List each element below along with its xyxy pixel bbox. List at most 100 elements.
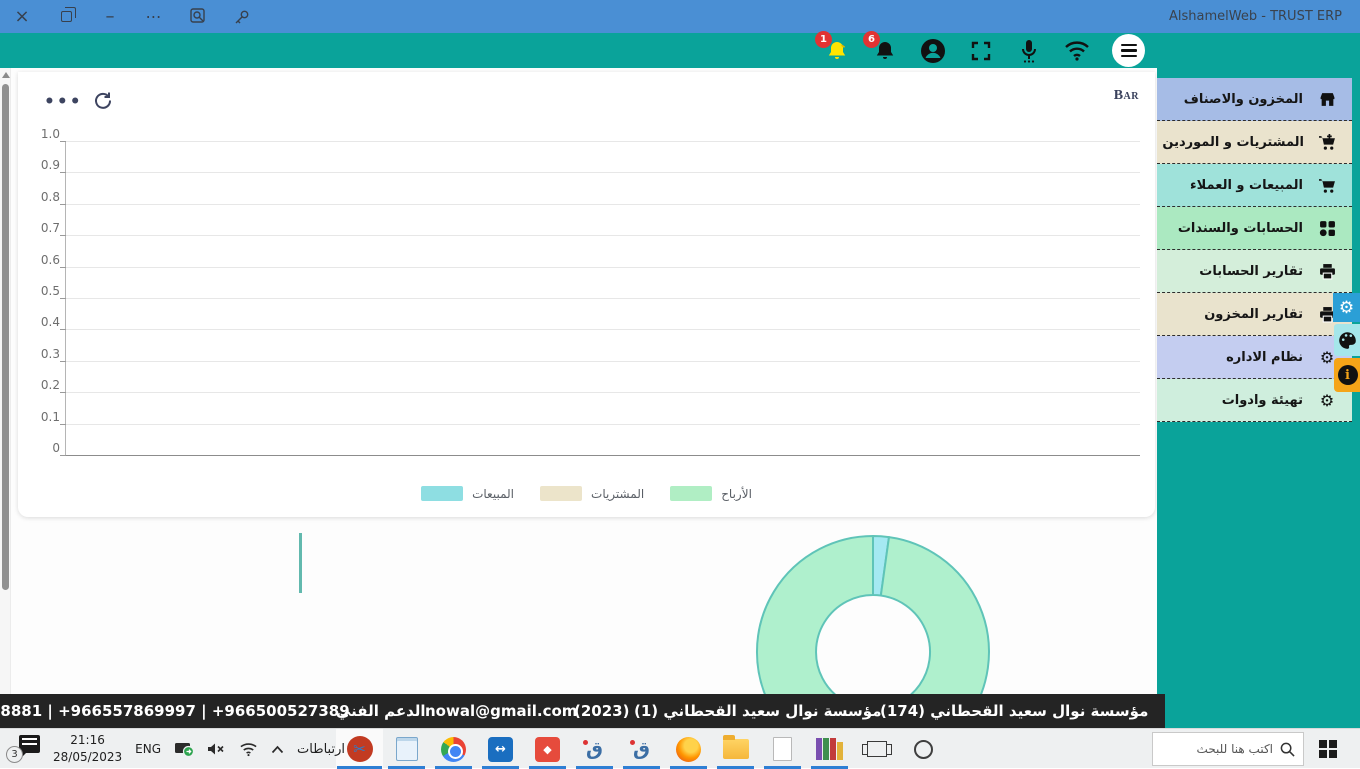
notifications-badge: 6 <box>863 31 880 48</box>
user-avatar-icon[interactable] <box>920 38 946 64</box>
company-174-label: مؤسسة نوال سعيد القحطاني (174) <box>880 694 1148 728</box>
legend-item-sales[interactable]: المبيعات <box>421 486 514 501</box>
taskbar-apps: ✂ ↔ ◆ ق ق <box>336 729 947 769</box>
language-indicator[interactable]: ENG <box>135 742 161 756</box>
sidebar-item-accounts-vouchers[interactable]: الحسابات والسندات <box>1157 207 1352 250</box>
theme-palette-button[interactable] <box>1334 324 1360 356</box>
document-icon <box>773 737 792 761</box>
sidebar-item-account-reports[interactable]: تقارير الحسابات <box>1157 250 1352 293</box>
start-button[interactable] <box>1308 729 1348 769</box>
taskbar-app-notepad[interactable] <box>383 729 430 769</box>
sidebar-item-setup-tools[interactable]: تهيئة وادوات ⚙ <box>1157 379 1352 422</box>
y-tick-label: 0.2 <box>20 378 60 392</box>
vertical-scrollbar[interactable] <box>0 68 11 694</box>
gridline <box>66 141 1140 142</box>
y-tick-label: 0.4 <box>20 315 60 329</box>
y-tick-mark <box>60 424 66 425</box>
cart-plus-icon <box>1319 133 1336 151</box>
cortana-button[interactable] <box>900 729 947 769</box>
sidebar-item-admin-system[interactable]: نظام الاداره ⚙ <box>1157 336 1352 379</box>
gridline <box>66 235 1140 236</box>
sidebar-item-sales-customers[interactable]: المبيعات و العملاء <box>1157 164 1352 207</box>
hidden-icons-chevron[interactable] <box>271 745 284 754</box>
alerts-bell-icon[interactable]: 1 <box>824 38 850 64</box>
links-toolbar-label[interactable]: ارتباطات <box>297 742 345 757</box>
main-content: ••• Bar 1.00.90.80.70.60.50.40.30.20.10 … <box>0 68 1157 694</box>
printer-icon <box>1318 262 1336 280</box>
y-tick-mark <box>60 455 66 456</box>
fullscreen-icon[interactable] <box>968 38 994 64</box>
restore-icon[interactable] <box>44 0 88 33</box>
y-tick-mark <box>60 141 66 142</box>
bar-chart-card: ••• Bar 1.00.90.80.70.60.50.40.30.20.10 … <box>18 72 1155 517</box>
wifi-tray-icon[interactable] <box>239 742 258 757</box>
taskbar-app-alshamel-2[interactable]: ق <box>618 729 665 769</box>
preview-search-icon[interactable] <box>176 0 220 33</box>
sidebar-item-inventory-reports[interactable]: تقارير المخزون <box>1157 293 1352 336</box>
taskbar-app-winrar[interactable] <box>806 729 853 769</box>
palette-icon <box>1338 331 1357 350</box>
chart-menu-dots[interactable]: ••• <box>44 92 83 112</box>
taskbar-clock[interactable]: 21:16 28/05/2023 <box>53 732 122 767</box>
y-tick-label: 0.8 <box>20 190 60 204</box>
tray-time: 21:16 <box>53 732 122 749</box>
system-tray: 3 21:16 28/05/2023 ENG ارتباطات <box>6 729 345 769</box>
chrome-icon <box>441 737 466 762</box>
taskbar-app-firefox[interactable] <box>665 729 712 769</box>
sidebar-item-purchases-suppliers[interactable]: المشتريات و الموردين <box>1157 121 1352 164</box>
scrollbar-thumb[interactable] <box>2 84 9 590</box>
alshamel-logo-icon: ق <box>586 740 603 759</box>
bar-chart-plot-area <box>65 141 1140 455</box>
y-tick-mark <box>60 361 66 362</box>
y-axis-labels: 1.00.90.80.70.60.50.40.30.20.10 <box>20 134 60 462</box>
gear-icon: ⚙ <box>1339 298 1354 318</box>
support-email: nowal@gmail.com <box>425 694 577 728</box>
wifi-icon[interactable] <box>1064 38 1090 64</box>
minimize-icon[interactable]: – <box>88 0 132 33</box>
taskbar-app-remote[interactable]: ◆ <box>524 729 571 769</box>
gridline <box>66 298 1140 299</box>
taskbar-app-chrome[interactable] <box>430 729 477 769</box>
legend-item-purchases[interactable]: المشتريات <box>540 486 644 501</box>
settings-button[interactable]: ⚙ <box>1333 293 1360 322</box>
winrar-icon <box>816 738 843 760</box>
task-view-button[interactable] <box>853 729 900 769</box>
purchases-legend-swatch <box>540 486 582 501</box>
donut-chart[interactable] <box>753 532 993 694</box>
sales-legend-swatch <box>421 486 463 501</box>
gridline <box>66 172 1140 173</box>
x-axis-line <box>66 455 1140 456</box>
microphone-icon[interactable] <box>1016 38 1042 64</box>
search-input[interactable] <box>1163 742 1273 756</box>
alerts-badge: 1 <box>815 31 832 48</box>
windows-taskbar: ✂ ↔ ◆ ق ق 3 21:16 28/05/2023 ENG <box>0 728 1360 768</box>
y-tick-label: 0.7 <box>20 221 60 235</box>
display-security-icon[interactable] <box>174 741 194 757</box>
taskbar-app-document[interactable] <box>759 729 806 769</box>
gridline <box>66 392 1140 393</box>
volume-muted-icon[interactable] <box>207 741 226 757</box>
gridline <box>66 361 1140 362</box>
donut-slice[interactable] <box>757 536 989 694</box>
more-options-icon[interactable]: ⋯ <box>132 0 176 33</box>
taskbar-search[interactable] <box>1152 732 1304 766</box>
menu-hamburger-icon[interactable] <box>1112 34 1145 67</box>
taskbar-app-teamviewer[interactable]: ↔ <box>477 729 524 769</box>
cortana-icon <box>914 740 933 759</box>
y-tick-mark <box>60 329 66 330</box>
action-center-icon[interactable]: 3 <box>6 735 40 763</box>
scrollbar-up-arrow[interactable] <box>2 72 10 78</box>
gear-icon: ⚙ <box>1318 391 1336 409</box>
gridline <box>66 424 1140 425</box>
taskbar-app-alshamel-1[interactable]: ق <box>571 729 618 769</box>
refresh-icon[interactable] <box>92 90 113 115</box>
profits-legend-swatch <box>670 486 712 501</box>
sidebar-item-inventory[interactable]: المخزون والاصناف <box>1157 78 1352 121</box>
info-button[interactable]: i <box>1334 358 1360 392</box>
legend-item-profits[interactable]: الأرباح <box>670 486 752 501</box>
taskbar-app-explorer[interactable] <box>712 729 759 769</box>
key-icon[interactable] <box>220 0 264 33</box>
y-tick-label: 0.9 <box>20 158 60 172</box>
notifications-bell-icon[interactable]: 6 <box>872 38 898 64</box>
close-icon[interactable]: × <box>0 0 44 33</box>
